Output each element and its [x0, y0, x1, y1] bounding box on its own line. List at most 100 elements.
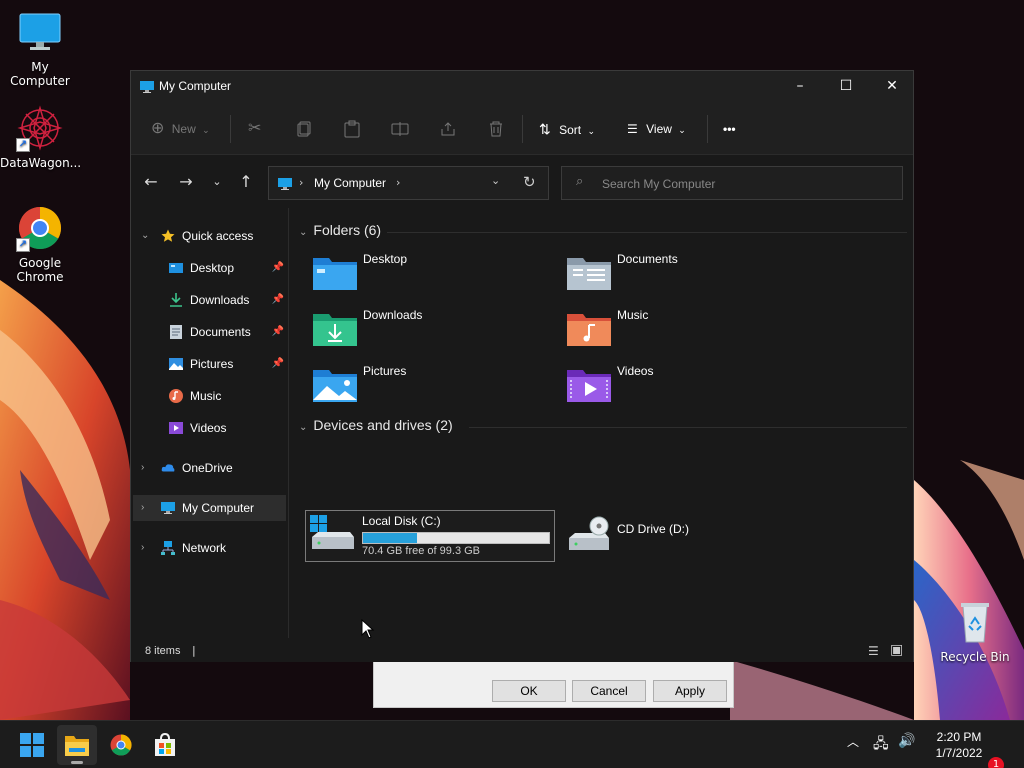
- sidebar-item-documents[interactable]: Documents 📌: [133, 319, 286, 345]
- copy-icon: [297, 121, 311, 137]
- pin-icon[interactable]: 📌: [272, 287, 284, 313]
- sidebar-item-my-computer[interactable]: › My Computer: [133, 495, 286, 521]
- view-label: View: [646, 122, 672, 136]
- desktop-icon-google-chrome[interactable]: ↗ Google Chrome: [0, 204, 80, 284]
- chevron-down-icon[interactable]: ⌄: [491, 174, 500, 187]
- cancel-button[interactable]: Cancel: [572, 680, 646, 702]
- folder-tile-videos[interactable]: Videos: [559, 362, 809, 408]
- taskbar-chrome[interactable]: [101, 725, 141, 765]
- shortcut-arrow-icon: ↗: [16, 238, 30, 252]
- sort-button[interactable]: ⇅ Sort ⌄: [539, 117, 595, 141]
- folder-tile-documents[interactable]: Documents: [559, 250, 809, 296]
- sidebar-item-label: Documents: [190, 325, 251, 339]
- new-button[interactable]: ⊕ New ⌄: [151, 117, 210, 141]
- ok-button[interactable]: OK: [492, 680, 566, 702]
- view-button[interactable]: ☰ View ⌄: [627, 117, 686, 141]
- folder-tile-music[interactable]: Music: [559, 306, 809, 352]
- sidebar-item-downloads[interactable]: Downloads 📌: [133, 287, 286, 313]
- system-clock[interactable]: 2:20 PM 1/7/2022: [928, 729, 990, 761]
- share-button[interactable]: [440, 117, 456, 141]
- start-button[interactable]: [12, 725, 52, 765]
- recent-locations-button[interactable]: ⌄: [205, 170, 229, 194]
- trash-icon: [490, 121, 502, 137]
- address-bar[interactable]: › My Computer › ⌄ ↻: [268, 166, 549, 200]
- sidebar-item-network[interactable]: › Network: [133, 535, 286, 561]
- back-button[interactable]: ←: [139, 170, 163, 194]
- sidebar-item-onedrive[interactable]: › OneDrive: [133, 455, 286, 481]
- title-bar[interactable]: My Computer – ☐ ✕: [131, 71, 913, 103]
- music-icon: [169, 389, 183, 403]
- up-button[interactable]: ↑: [234, 170, 258, 194]
- delete-button[interactable]: [488, 117, 504, 141]
- search-input[interactable]: Search My Computer: [602, 177, 715, 191]
- paste-button[interactable]: [344, 117, 360, 141]
- pin-icon[interactable]: 📌: [272, 351, 284, 377]
- close-button[interactable]: ✕: [869, 71, 915, 101]
- arrow-up-icon: ↑: [239, 172, 253, 191]
- content-pane: ⌄ Folders (6) Desktop Documents Downloads…: [291, 208, 913, 638]
- drive-tile-local-disk-c[interactable]: Local Disk (C:) 70.4 GB free of 99.3 GB: [305, 510, 555, 562]
- volume-icon[interactable]: 🔊: [898, 733, 915, 749]
- downloads-folder-icon: [313, 314, 357, 346]
- sidebar-item-label: OneDrive: [182, 461, 233, 475]
- sidebar-item-videos[interactable]: Videos: [133, 415, 286, 441]
- taskbar-file-explorer[interactable]: [57, 725, 97, 765]
- folder-name: Pictures: [363, 364, 407, 378]
- desktop-icon-datawagon[interactable]: ↗ DataWagon...: [0, 104, 82, 170]
- apply-button[interactable]: Apply: [653, 680, 727, 702]
- chevron-down-icon: ⌄: [678, 125, 686, 135]
- pictures-icon: [169, 358, 183, 370]
- drives-group-header[interactable]: ⌄ Devices and drives (2): [299, 417, 453, 433]
- cut-button[interactable]: ✂: [248, 117, 261, 141]
- documents-folder-icon: [567, 258, 611, 290]
- refresh-icon[interactable]: ↻: [523, 173, 536, 191]
- sidebar-item-label: My Computer: [182, 501, 255, 515]
- folder-name: Desktop: [363, 252, 408, 266]
- window-title: My Computer: [159, 79, 232, 93]
- network-status-icon[interactable]: 🖧: [873, 733, 889, 757]
- drives-header-label: Devices and drives (2): [313, 417, 453, 433]
- notification-badge[interactable]: 1: [988, 757, 1004, 768]
- clock-date: 1/7/2022: [935, 746, 983, 760]
- cd-drive-icon: [569, 516, 609, 550]
- forward-button[interactable]: →: [174, 170, 198, 194]
- breadcrumb-separator-icon: ›: [396, 176, 401, 189]
- status-bar: 8 items | ☰ ▣: [131, 638, 913, 662]
- tiles-view-icon[interactable]: ▣: [890, 642, 903, 658]
- sidebar-item-music[interactable]: Music: [133, 383, 286, 409]
- folder-tile-desktop[interactable]: Desktop: [305, 250, 555, 296]
- folders-group-header[interactable]: ⌄ Folders (6): [299, 222, 381, 238]
- more-options-button[interactable]: •••: [723, 117, 736, 141]
- rename-button[interactable]: [391, 117, 409, 141]
- folder-tile-downloads[interactable]: Downloads: [305, 306, 555, 352]
- show-hidden-icons-chevron-up-icon[interactable]: ︿: [847, 733, 859, 750]
- details-view-icon[interactable]: ☰: [868, 644, 879, 658]
- chevron-right-icon: ›: [141, 462, 145, 473]
- separator: [522, 115, 523, 143]
- sidebar-item-quick-access[interactable]: ⌄ Quick access: [133, 223, 286, 249]
- item-count: 8 items: [145, 645, 181, 657]
- desktop-icon-label: Recycle Bin: [940, 650, 1010, 664]
- folder-tile-pictures[interactable]: Pictures: [305, 362, 555, 408]
- drive-usage-fill: [363, 533, 417, 543]
- breadcrumb-my-computer[interactable]: My Computer: [314, 176, 386, 190]
- arrow-left-icon: ←: [144, 172, 158, 191]
- minimize-button[interactable]: –: [777, 71, 823, 101]
- pin-icon[interactable]: 📌: [272, 319, 284, 345]
- desktop-icon-label: DataWagon...: [0, 156, 82, 170]
- store-icon: [155, 733, 175, 756]
- desktop-icon-recycle-bin[interactable]: Recycle Bin: [935, 598, 1015, 664]
- search-box[interactable]: ⌕ Search My Computer: [561, 166, 903, 200]
- active-indicator: [71, 761, 83, 764]
- maximize-button[interactable]: ☐: [823, 71, 869, 101]
- videos-folder-icon: [567, 370, 611, 402]
- desktop-icon-my-computer[interactable]: My Computer: [0, 8, 80, 88]
- pin-icon[interactable]: 📌: [272, 255, 284, 281]
- taskbar-store[interactable]: [145, 725, 185, 765]
- mandala-icon: ↗: [16, 104, 64, 152]
- drive-tile-cd-drive-d[interactable]: CD Drive (D:): [559, 512, 809, 558]
- sidebar-item-pictures[interactable]: Pictures 📌: [133, 351, 286, 377]
- copy-button[interactable]: [297, 117, 311, 141]
- sidebar-item-desktop[interactable]: Desktop 📌: [133, 255, 286, 281]
- drive-name: CD Drive (D:): [617, 522, 689, 536]
